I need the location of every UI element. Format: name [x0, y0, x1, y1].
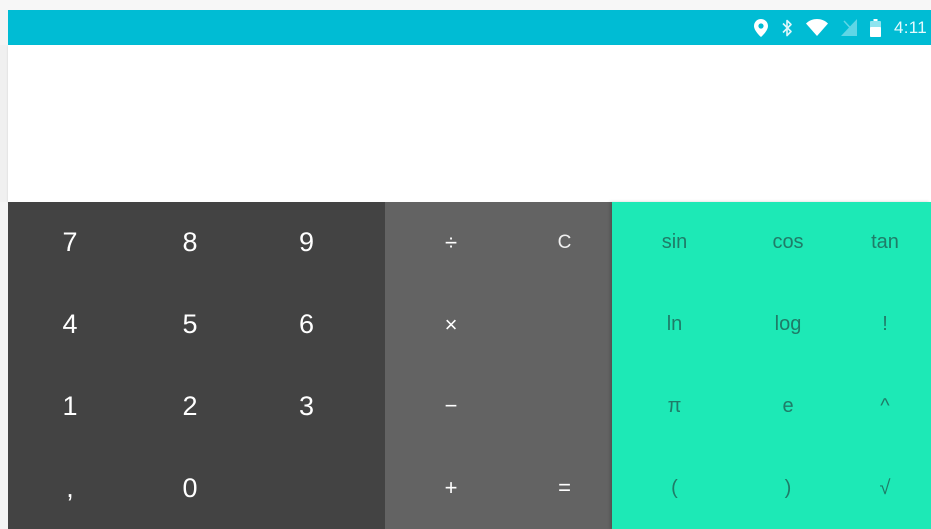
plus-button[interactable]: +	[385, 447, 517, 529]
bluetooth-icon	[781, 18, 793, 38]
keypad: 7 8 9 4 5 6 1 2 3 , 0 ÷ C × − + = sin co…	[8, 202, 931, 529]
numeric-spacer	[248, 447, 365, 529]
sqrt-button[interactable]: √	[839, 447, 931, 529]
digit-1-button[interactable]: 1	[8, 366, 132, 448]
digit-8-button[interactable]: 8	[132, 202, 248, 284]
numeric-spacer	[365, 447, 385, 529]
left-paren-button[interactable]: (	[612, 447, 737, 529]
equals-button[interactable]: =	[517, 447, 612, 529]
ln-button[interactable]: ln	[612, 284, 737, 366]
numeric-pad: 7 8 9 4 5 6 1 2 3 , 0	[8, 202, 385, 529]
wifi-icon	[805, 18, 828, 38]
power-button[interactable]: ^	[839, 366, 931, 448]
location-icon	[753, 18, 768, 38]
operator-pad: ÷ C × − + =	[385, 202, 612, 529]
sin-button[interactable]: sin	[612, 202, 737, 284]
operator-spacer	[517, 284, 612, 366]
advanced-pad: sin cos tan ln log ! π e ^ ( ) √	[612, 202, 931, 529]
battery-icon	[869, 18, 881, 38]
background-strip	[0, 0, 931, 10]
minus-button[interactable]: −	[385, 366, 517, 448]
digit-3-button[interactable]: 3	[248, 366, 365, 448]
display-left-edge	[0, 45, 8, 202]
tan-button[interactable]: tan	[839, 202, 931, 284]
log-button[interactable]: log	[737, 284, 839, 366]
right-paren-button[interactable]: )	[737, 447, 839, 529]
divide-button[interactable]: ÷	[385, 202, 517, 284]
operator-spacer	[517, 366, 612, 448]
cos-button[interactable]: cos	[737, 202, 839, 284]
digit-5-button[interactable]: 5	[132, 284, 248, 366]
numeric-spacer	[365, 366, 385, 448]
digit-2-button[interactable]: 2	[132, 366, 248, 448]
numeric-spacer	[365, 202, 385, 284]
status-time: 4:11	[893, 17, 927, 37]
digit-6-button[interactable]: 6	[248, 284, 365, 366]
no-sim-icon	[840, 18, 857, 38]
e-button[interactable]: e	[737, 366, 839, 448]
multiply-button[interactable]: ×	[385, 284, 517, 366]
digit-0-button[interactable]: 0	[132, 447, 248, 529]
digit-4-button[interactable]: 4	[8, 284, 132, 366]
calculator-display[interactable]	[8, 45, 931, 202]
status-bar: 4:11	[8, 10, 931, 45]
clear-button[interactable]: C	[517, 202, 612, 284]
digit-9-button[interactable]: 9	[248, 202, 365, 284]
pi-button[interactable]: π	[612, 366, 737, 448]
decimal-button[interactable]: ,	[8, 447, 132, 529]
factorial-button[interactable]: !	[839, 284, 931, 366]
digit-7-button[interactable]: 7	[8, 202, 132, 284]
numeric-spacer	[365, 284, 385, 366]
